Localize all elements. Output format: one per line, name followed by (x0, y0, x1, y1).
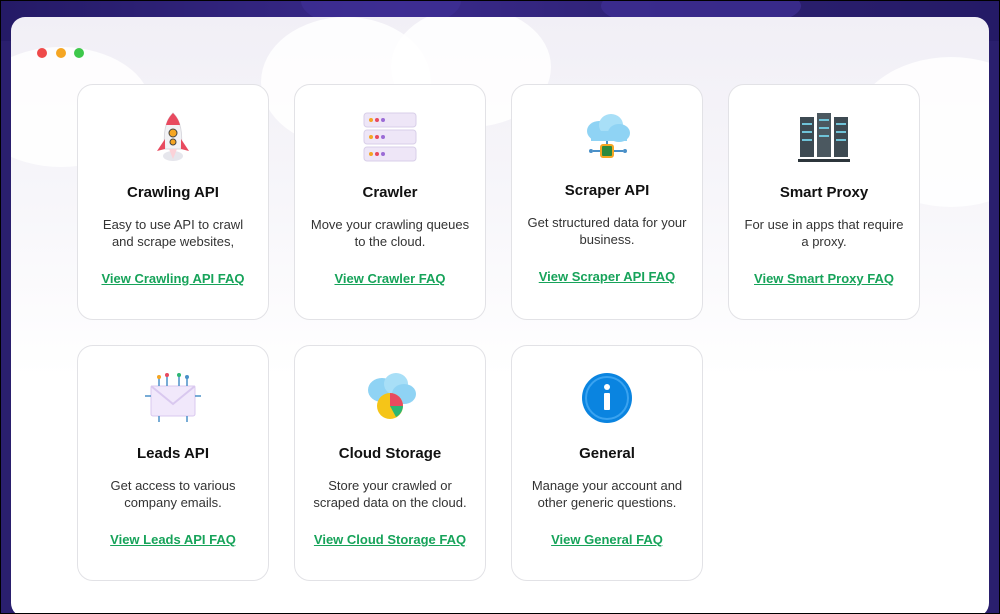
card-description: For use in apps that require a proxy. (744, 217, 904, 249)
faq-card-leads-api: Leads API Get access to various company … (77, 345, 269, 581)
faq-link[interactable]: View Crawling API FAQ (78, 271, 268, 286)
card-title: Cloud Storage (338, 445, 442, 462)
cloud-chip-icon (512, 109, 702, 165)
faq-link[interactable]: View Scraper API FAQ (512, 269, 702, 284)
card-title: Crawling API (127, 184, 219, 201)
card-description: Store your crawled or scraped data on th… (313, 478, 467, 510)
envelope-network-icon (78, 370, 268, 426)
faq-card-scraper-api: Scraper API Get structured data for your… (511, 84, 703, 320)
server-stack-icon (295, 109, 485, 165)
card-description: Move your crawling queues to the cloud. (310, 217, 470, 249)
faq-card-crawler: Crawler Move your crawling queues to the… (294, 84, 486, 320)
faq-link[interactable]: View Leads API FAQ (78, 532, 268, 547)
minimize-dot[interactable] (56, 48, 66, 58)
faq-link[interactable]: View Cloud Storage FAQ (295, 532, 485, 547)
card-description: Manage your account and other generic qu… (531, 478, 683, 510)
faq-link[interactable]: View General FAQ (512, 532, 702, 547)
screenshot-frame: Crawling API Easy to use API to crawl an… (0, 0, 1000, 614)
card-title: General (579, 445, 635, 462)
info-icon (512, 370, 702, 426)
maximize-dot[interactable] (74, 48, 84, 58)
faq-card-cloud-storage: Cloud Storage Store your crawled or scra… (294, 345, 486, 581)
card-title: Leads API (137, 445, 209, 462)
card-description: Get access to various company emails. (110, 478, 236, 510)
close-dot[interactable] (37, 48, 47, 58)
faq-link[interactable]: View Smart Proxy FAQ (729, 271, 919, 286)
rocket-icon (78, 109, 268, 165)
card-description: Get structured data for your business. (527, 215, 687, 247)
faq-card-general: General Manage your account and other ge… (511, 345, 703, 581)
server-rack-icon (729, 109, 919, 165)
card-description: Easy to use API to crawl and scrape webs… (102, 217, 244, 249)
faq-card-crawling-api: Crawling API Easy to use API to crawl an… (77, 84, 269, 320)
faq-card-smart-proxy: Smart Proxy For use in apps that require… (728, 84, 920, 320)
card-title: Crawler (362, 184, 418, 201)
cloud-pie-icon (295, 370, 485, 426)
card-title: Smart Proxy (779, 184, 869, 201)
faq-link[interactable]: View Crawler FAQ (295, 271, 485, 286)
card-title: Scraper API (564, 182, 650, 199)
